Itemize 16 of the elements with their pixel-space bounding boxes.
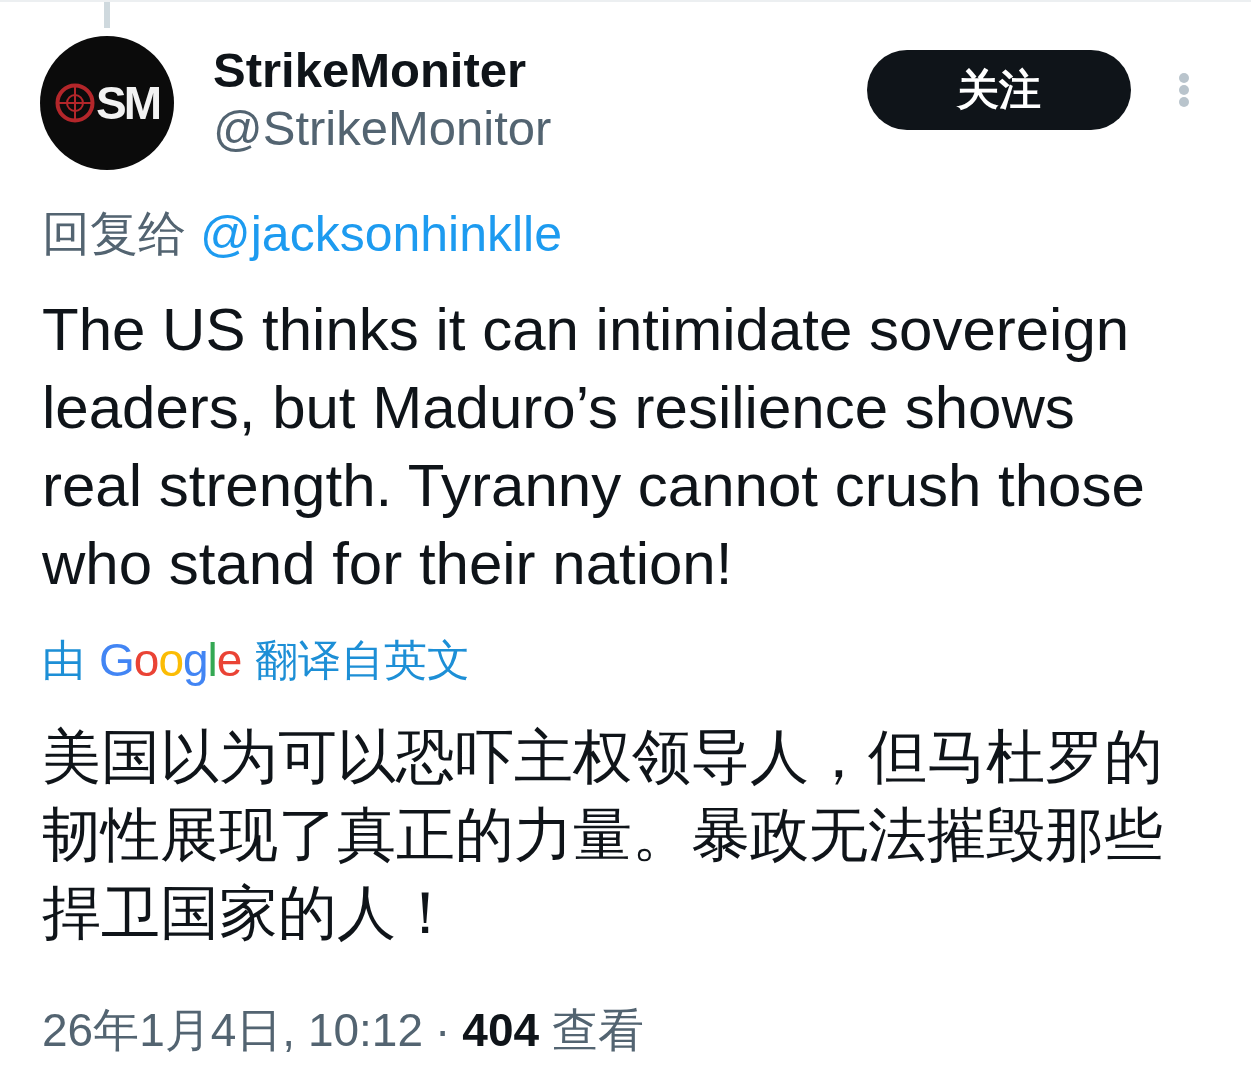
translated-by-label: 由 xyxy=(42,635,85,686)
display-name[interactable]: StrikeMoniter xyxy=(213,42,527,98)
google-logo: Google xyxy=(99,633,242,688)
separator-dot: · xyxy=(435,1003,451,1058)
reply-to-label: 回复给 xyxy=(42,206,186,262)
translated-text: 美国以为可以恐吓主权领导人，但马杜罗的韧性展现了真正的力量。暴政无法摧毁那些捍卫国家的人！ xyxy=(42,723,1164,948)
user-handle[interactable]: @StrikeMonitor xyxy=(213,100,552,156)
translated-from-label: 翻译自英文 xyxy=(255,635,471,686)
crosshair-icon xyxy=(55,83,95,123)
tweet-text: The US thinks it can intimidate sovereign leaders, but Maduro’s resilience shows real strength. Tyranny cannot crush those who stand for their nation! xyxy=(42,295,1146,599)
more-options-icon[interactable] xyxy=(1177,72,1191,108)
avatar[interactable]: SM xyxy=(40,36,174,170)
follow-button[interactable]: 关注 xyxy=(867,50,1131,130)
timestamp[interactable]: 26年1月4日, 10:12 xyxy=(42,1002,423,1058)
avatar-initials: SM xyxy=(96,78,159,128)
view-count: 404 查看 xyxy=(462,1003,644,1058)
